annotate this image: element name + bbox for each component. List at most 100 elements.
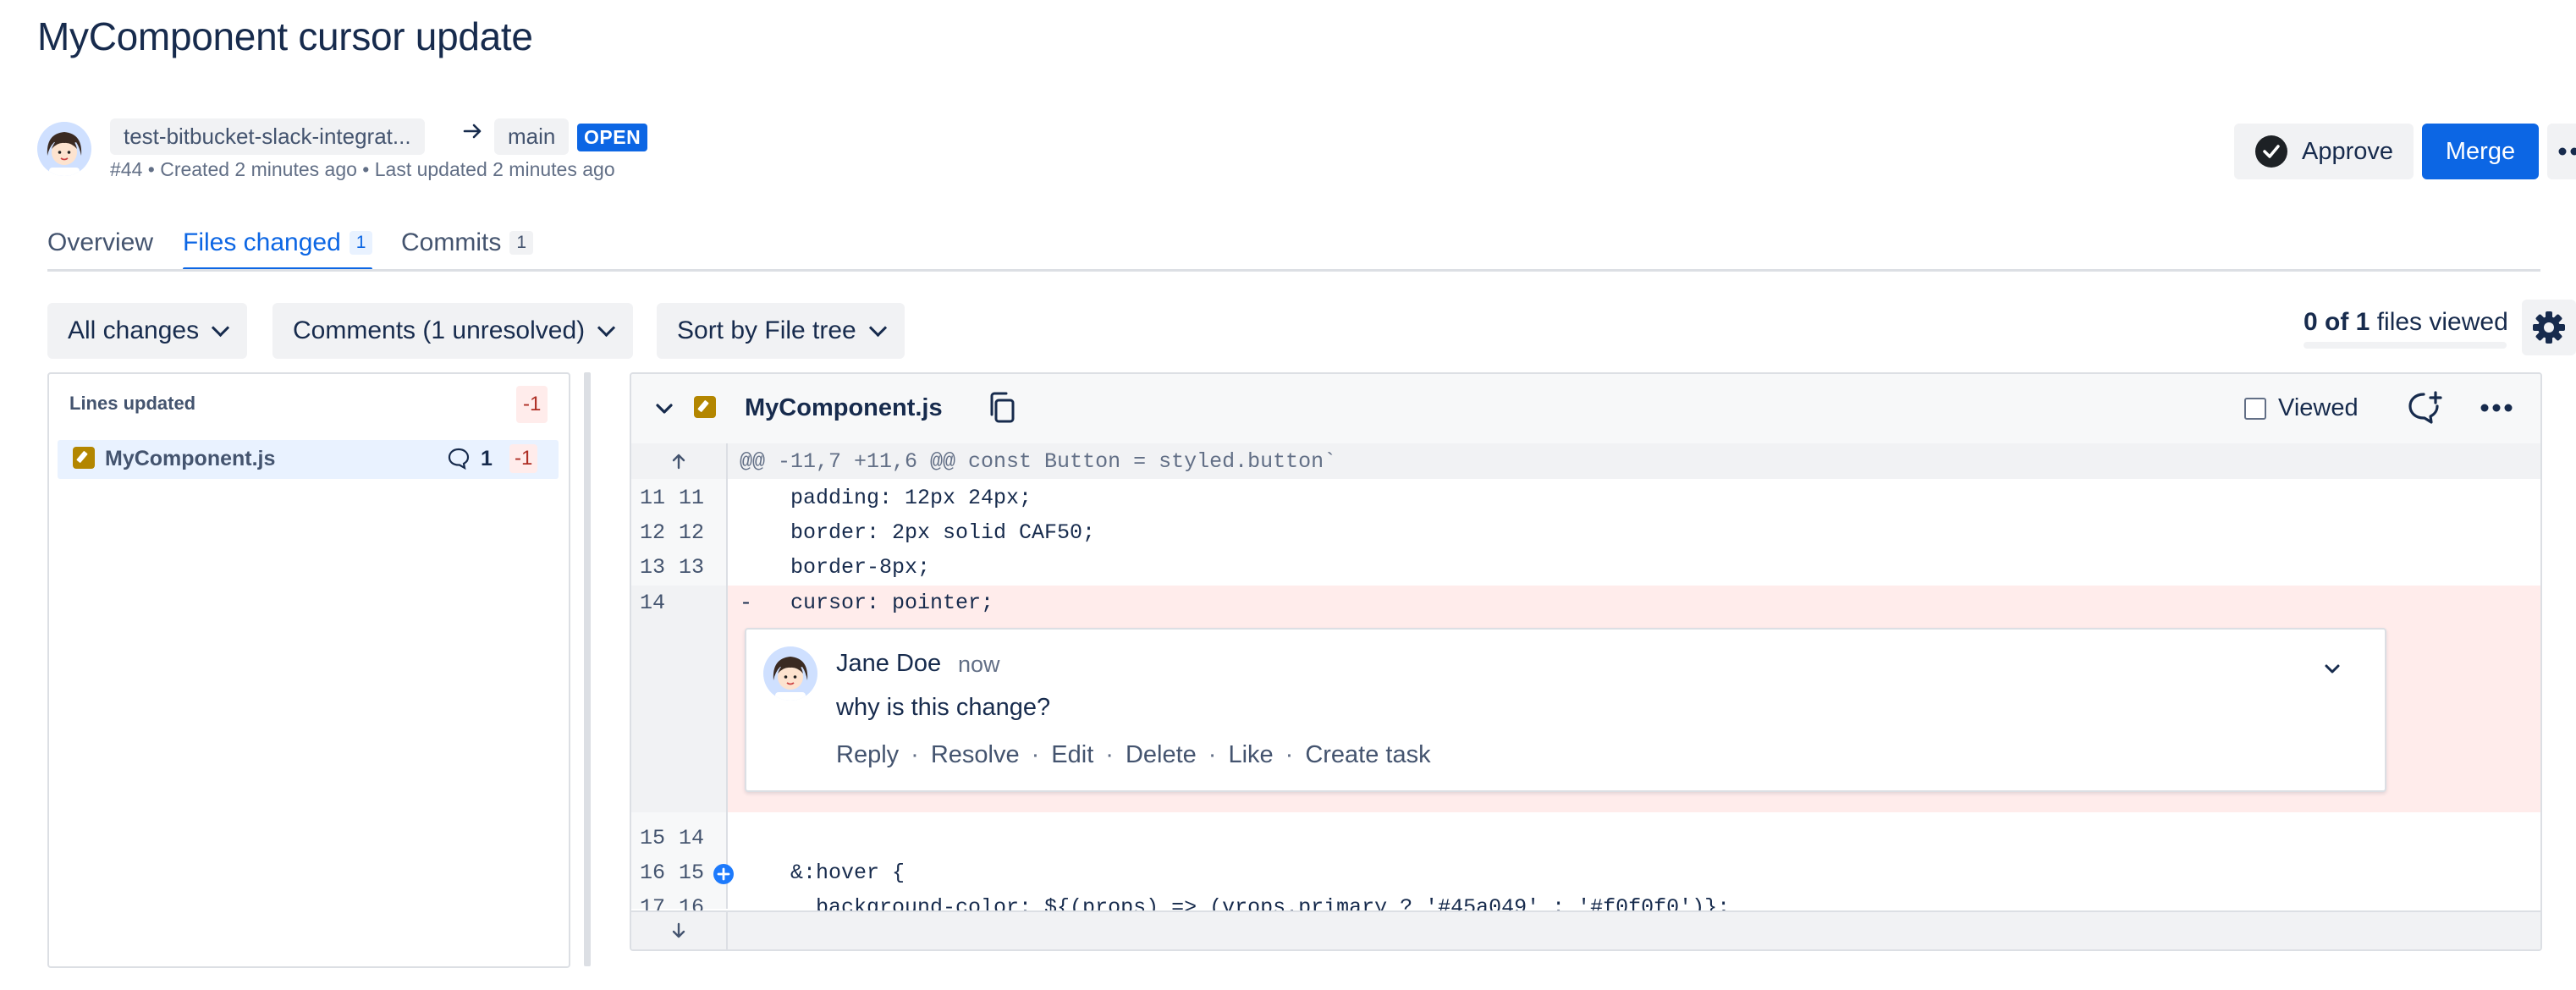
diff-line-removed: 14 - cursor: pointer;: [631, 586, 2540, 620]
chevron-down-icon: [212, 318, 230, 337]
more-icon: [2558, 147, 2576, 156]
old-line-number: 16: [639, 861, 665, 885]
approve-label: Approve: [2301, 137, 2393, 165]
code-line: border: 2px solid CAF50;: [765, 520, 1096, 545]
tree-file-diff-badge: -1: [509, 444, 538, 473]
tree-header-diff-badge: -1: [516, 386, 548, 423]
separator: ·: [1285, 741, 1294, 768]
pr-meta: #44 • Created 2 minutes ago • Last updat…: [110, 158, 615, 180]
old-line-number: 14: [639, 591, 665, 615]
chevron-down-icon: [597, 318, 616, 337]
source-branch-chip[interactable]: test-bitbucket-slack-integrat...: [110, 118, 425, 155]
files-viewed-progress: [2304, 342, 2507, 349]
comment-actions: Reply · Resolve · Edit · Delete · Like ·…: [836, 741, 1431, 769]
old-line-number: 11: [639, 486, 665, 510]
author-avatar[interactable]: [37, 122, 91, 176]
tab-overview[interactable]: Overview: [47, 228, 153, 257]
code-line: &:hover {: [765, 861, 905, 885]
check-circle-icon: [2254, 135, 2287, 168]
edit-link[interactable]: Edit: [1051, 741, 1093, 769]
old-line-number: 13: [639, 555, 665, 580]
code-line: border-8px;: [765, 555, 931, 580]
new-line-number: 14: [678, 826, 704, 850]
diff-line: 11 11 padding: 12px 24px;: [631, 481, 2540, 515]
tree-file-item[interactable]: MyComponent.js 1 -1: [58, 440, 559, 479]
separator: ·: [1208, 741, 1217, 768]
comments-filter-label: Comments (1 unresolved): [293, 316, 586, 344]
files-viewed-count: 0 of 1: [2304, 308, 2370, 336]
gear-icon: [2533, 311, 2565, 344]
comment-icon: [448, 448, 470, 470]
tab-overview-label: Overview: [47, 228, 154, 256]
hunk-header-text: @@ -11,7 +11,6 @@ const Button = styled.…: [740, 449, 1337, 474]
old-line-number: 12: [639, 520, 665, 545]
tabs-divider: [47, 269, 2540, 272]
all-changes-label: All changes: [68, 316, 200, 344]
avatar-icon: [763, 646, 817, 701]
new-line-number: 11: [678, 486, 704, 510]
approve-button[interactable]: Approve: [2234, 124, 2414, 179]
merge-button[interactable]: Merge: [2422, 124, 2539, 179]
panel-resize-handle[interactable]: [584, 372, 591, 966]
file-tree-panel: Lines updated -1 MyComponent.js 1 -1: [47, 372, 570, 968]
new-line-number: 13: [678, 555, 704, 580]
modified-file-icon: [73, 447, 95, 469]
viewed-label: Viewed: [2278, 394, 2359, 421]
separator: ·: [1031, 741, 1040, 768]
tab-files-changed-label: Files changed: [183, 228, 341, 256]
target-branch-chip[interactable]: main: [494, 118, 570, 155]
arrow-up-icon: [672, 454, 685, 470]
sort-dropdown[interactable]: Sort by File tree: [657, 303, 905, 359]
tree-file-name: MyComponent.js: [105, 447, 276, 470]
more-icon[interactable]: [2480, 403, 2513, 413]
commenter-avatar[interactable]: [763, 646, 817, 701]
more-actions-button[interactable]: [2547, 124, 2576, 179]
file-diff-panel: MyComponent.js Viewed @@ -11,7 +11,6 @@ …: [630, 372, 2542, 951]
status-badge: OPEN: [577, 124, 648, 151]
tree-header: Lines updated: [69, 393, 196, 414]
collapse-chevron-icon[interactable]: [655, 399, 674, 418]
tab-files-changed-count: 1: [349, 231, 373, 255]
comments-dropdown[interactable]: Comments (1 unresolved): [272, 303, 634, 359]
separator: ·: [1105, 741, 1114, 768]
viewed-checkbox[interactable]: [2244, 398, 2266, 420]
comment-time[interactable]: now: [958, 652, 1000, 678]
hunk-header: @@ -11,7 +11,6 @@ const Button = styled.…: [631, 443, 2540, 479]
tab-commits[interactable]: Commits 1: [401, 228, 534, 257]
new-line-number: 12: [678, 520, 704, 545]
diff-file-name: MyComponent.js: [745, 394, 943, 421]
tab-commits-count: 1: [509, 231, 534, 255]
code-line: padding: 12px 24px;: [765, 486, 1032, 510]
add-line-comment-icon[interactable]: [713, 863, 735, 885]
comment-body: why is this change?: [836, 694, 1051, 721]
arrow-down-icon: [672, 922, 685, 938]
resolve-link[interactable]: Resolve: [931, 741, 1020, 769]
expand-up-button[interactable]: [631, 443, 728, 479]
add-comment-icon[interactable]: [2407, 391, 2444, 426]
all-changes-dropdown[interactable]: All changes: [47, 303, 248, 359]
new-line-number: 15: [678, 861, 704, 885]
diff-settings-button[interactable]: [2522, 300, 2576, 355]
delete-link[interactable]: Delete: [1126, 741, 1197, 769]
reply-link[interactable]: Reply: [836, 741, 899, 769]
separator: ·: [911, 741, 919, 768]
inline-comment: Jane Doe now why is this change? Reply ·…: [745, 628, 2386, 792]
files-viewed-status: 0 of 1 files viewed: [2304, 308, 2508, 337]
diff-line: 12 12 border: 2px solid CAF50;: [631, 515, 2540, 550]
copy-icon[interactable]: [987, 391, 1017, 425]
tree-file-comment-count: 1: [481, 447, 493, 470]
file-diff-header: MyComponent.js Viewed: [631, 374, 2540, 445]
page-title: MyComponent cursor update: [37, 14, 533, 58]
expand-down-button[interactable]: [631, 912, 728, 949]
chevron-down-icon: [868, 318, 887, 337]
comment-author[interactable]: Jane Doe: [836, 650, 941, 678]
chevron-down-icon[interactable]: [2324, 663, 2341, 675]
tab-files-changed[interactable]: Files changed 1: [183, 228, 373, 257]
sort-label: Sort by File tree: [677, 316, 856, 344]
hunk-footer: [631, 910, 2540, 949]
create-task-link[interactable]: Create task: [1305, 741, 1430, 769]
arrow-right-icon: [463, 124, 482, 139]
old-line-number: 15: [639, 826, 665, 850]
diff-line: 16 15 &:hover {: [631, 855, 2540, 890]
like-link[interactable]: Like: [1228, 741, 1273, 769]
